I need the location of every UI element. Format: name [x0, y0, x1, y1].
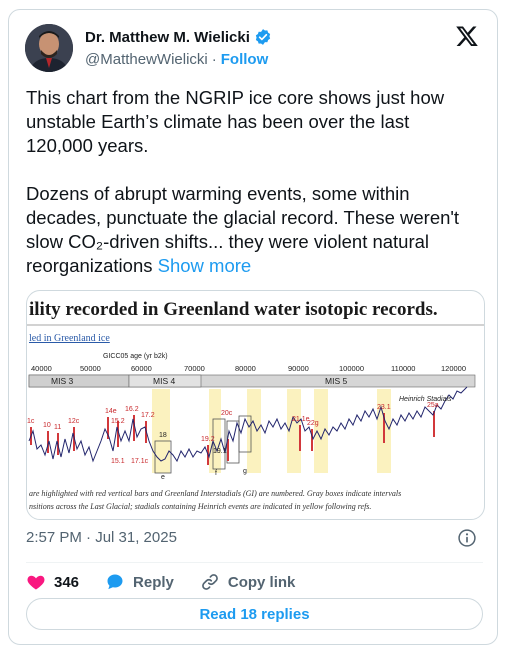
age-tick-5: 90000	[288, 364, 309, 373]
ice-core-chart-image: ility recorded in Greenland water isotop…	[27, 299, 484, 511]
image-subhead: led in Greenland ice	[29, 333, 110, 344]
gray-box-label-f: f	[215, 470, 217, 477]
like-count: 346	[54, 573, 80, 591]
gi-label-23-1: 23.1	[377, 404, 391, 411]
tweet-paragraph-2: Dozens of abrupt warming events, some wi…	[26, 182, 481, 278]
verified-badge-icon	[255, 29, 271, 45]
follow-button[interactable]: Follow	[221, 51, 269, 68]
image-headline: ility recorded in Greenland water isotop…	[29, 299, 438, 320]
gi-label-16-2: 16.2	[125, 406, 139, 413]
gray-box-label-18: 18	[159, 432, 167, 439]
gi-label-19-2: 19.2	[201, 436, 215, 443]
tweet-media-image[interactable]: ility recorded in Greenland water isotop…	[26, 290, 485, 520]
divider	[26, 562, 483, 563]
author-name[interactable]: Dr. Matthew M. Wielicki	[85, 29, 250, 46]
image-caption-2: nsitions across the Last Glacial; stadia…	[29, 502, 371, 511]
avatar[interactable]	[25, 24, 73, 72]
gi-label-25a: 25a	[427, 402, 439, 409]
tweet-paragraph-1: This chart from the NGRIP ice core shows…	[26, 87, 445, 156]
gi-label-10: 10	[43, 422, 51, 429]
stage-label-2: MIS 5	[325, 376, 347, 386]
tweet-timestamp[interactable]: 2:57 PM · Jul 31, 2025	[26, 529, 177, 546]
gray-box-label-19-1: 19.1	[213, 448, 227, 455]
gi-label-20c: 20c	[221, 410, 233, 417]
age-tick-3: 70000	[184, 364, 205, 373]
gi-label-1c: 1c	[27, 418, 35, 425]
gi-label-17-1c: 17.1c	[131, 458, 149, 465]
reply-button[interactable]: Reply	[105, 572, 174, 592]
gi-label-15-2: 15.2	[111, 418, 125, 425]
stage-label-1: MIS 4	[153, 376, 175, 386]
tweet-text: This chart from the NGRIP ice core shows…	[26, 86, 481, 278]
age-tick-2: 60000	[131, 364, 152, 373]
author-handle-row: @MatthewWielicki · Follow	[85, 51, 268, 68]
age-tick-6: 100000	[339, 364, 364, 373]
info-icon[interactable]	[457, 528, 477, 548]
copy-link-label: Copy link	[227, 573, 296, 591]
gi-label-12c: 12c	[68, 418, 80, 425]
like-button[interactable]: 346	[26, 572, 79, 592]
age-axis-label: GICC05 age (yr b2k)	[103, 353, 168, 360]
gi-label-17-2: 17.2	[141, 412, 155, 419]
action-bar: 346 Reply Copy link	[26, 568, 321, 596]
age-tick-7: 110000	[391, 364, 415, 373]
link-icon	[202, 574, 218, 590]
gi-label-22g: 22g	[307, 420, 319, 427]
gi-label-14e: 14e	[105, 408, 117, 415]
gray-box-label-g: g	[243, 468, 247, 475]
gi-label-15-1: 15.1	[111, 458, 125, 465]
show-more-link[interactable]: Show more	[158, 255, 252, 276]
heinrich-annotation: Heinrich Stadials	[399, 396, 452, 403]
image-caption-1: are highlighted with red vertical bars a…	[29, 489, 401, 498]
author-handle[interactable]: @MatthewWielicki	[85, 51, 208, 68]
age-tick-1: 50000	[80, 364, 101, 373]
age-tick-0: 40000	[31, 364, 52, 373]
copy-link-button[interactable]: Copy link	[200, 572, 296, 592]
read-replies-button[interactable]: Read 18 replies	[26, 598, 483, 630]
reply-label: Reply	[133, 573, 174, 591]
gray-box-label-e: e	[161, 474, 165, 481]
gi-label-11: 11	[54, 424, 61, 431]
author-name-row[interactable]: Dr. Matthew M. Wielicki	[85, 28, 272, 46]
separator-dot: ·	[211, 51, 217, 68]
reply-bubble-icon	[107, 574, 123, 590]
x-logo-icon[interactable]	[455, 24, 479, 48]
age-tick-4: 80000	[235, 364, 256, 373]
tweet-card: Dr. Matthew M. Wielicki @MatthewWielicki…	[8, 9, 498, 645]
age-tick-8: 120000	[441, 364, 466, 373]
stage-label-0: MIS 3	[51, 376, 73, 386]
heart-icon	[27, 575, 45, 590]
